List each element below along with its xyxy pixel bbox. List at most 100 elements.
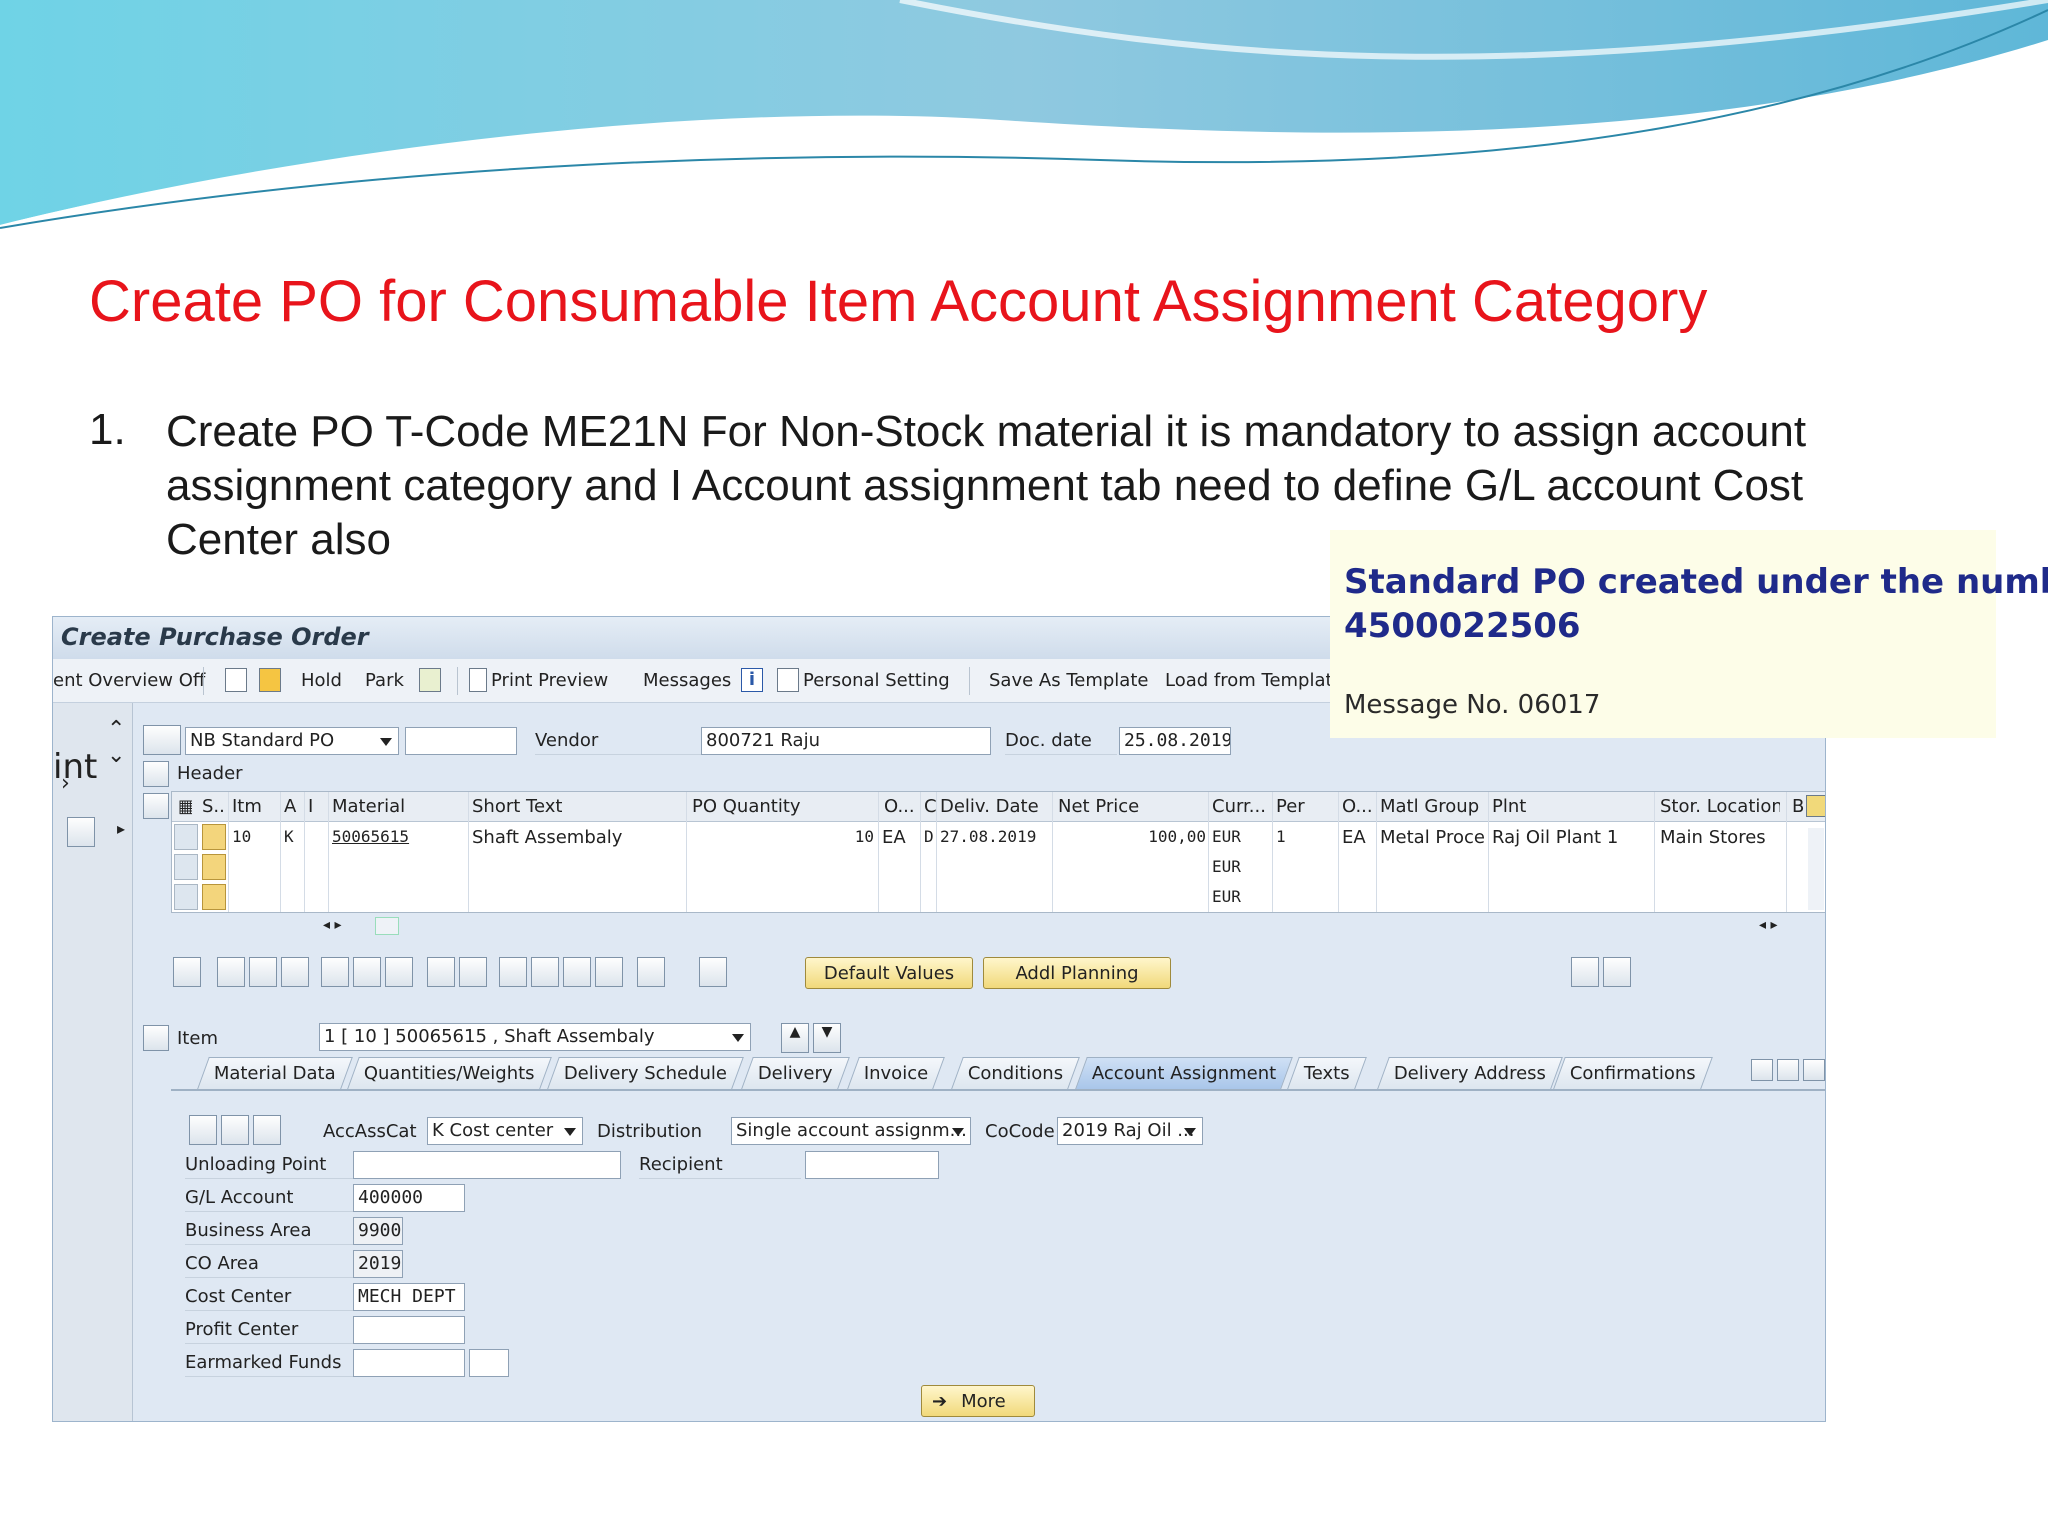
co-area-field[interactable]: 2019 — [353, 1250, 403, 1278]
tab-confirmations[interactable]: Confirmations — [1553, 1057, 1713, 1089]
row1-per[interactable]: 1 — [1276, 824, 1334, 852]
col-deliv-date[interactable]: Deliv. Date — [940, 796, 1050, 817]
more-button[interactable]: ➔ More — [921, 1385, 1035, 1417]
col-stor-location[interactable]: Stor. Location — [1660, 796, 1780, 817]
print-preview-button[interactable]: Print Preview — [491, 670, 608, 691]
po-number-field[interactable] — [405, 727, 517, 755]
row1-plant[interactable]: Raj Oil Plant 1 — [1492, 824, 1652, 852]
scroll-down-icon[interactable]: ⌄ — [107, 743, 125, 768]
business-area-field[interactable]: 9900 — [353, 1217, 403, 1245]
vendor-field[interactable]: 800721 Raju — [701, 727, 991, 755]
scroll-up-icon[interactable]: ⌃ — [107, 717, 125, 742]
col-acct-cat[interactable]: A — [284, 796, 304, 817]
tab-delivery-address[interactable]: Delivery Address — [1377, 1057, 1563, 1089]
row1-item[interactable]: 10 — [232, 824, 276, 852]
row-selector[interactable] — [174, 854, 198, 880]
col-b[interactable]: B — [1792, 796, 1806, 817]
recipient-field[interactable] — [805, 1151, 939, 1179]
multiple-account-icon[interactable] — [189, 1115, 217, 1145]
row-selector[interactable] — [174, 884, 198, 910]
park-button[interactable]: Park — [365, 670, 404, 691]
sum-icon[interactable] — [595, 957, 623, 987]
load-from-template-button[interactable]: Load from Template — [1165, 670, 1344, 691]
col-currency[interactable]: Curr... — [1212, 796, 1272, 817]
tab-list-icon[interactable] — [1803, 1059, 1825, 1081]
col-status[interactable]: S.. — [202, 796, 228, 817]
row1-short-text[interactable]: Shaft Assembaly — [472, 824, 682, 852]
row1-stor-location[interactable]: Main Stores — [1660, 824, 1784, 852]
item-selector[interactable]: 1 [ 10 ] 50065615 , Shaft Assembaly — [319, 1023, 751, 1051]
table-settings-icon[interactable] — [1806, 795, 1825, 817]
tab-account-assignment[interactable]: Account Assignment — [1075, 1057, 1294, 1089]
earmarked-funds-item-field[interactable] — [469, 1349, 509, 1377]
expand-header-icon[interactable] — [143, 761, 169, 787]
row1-matl-group[interactable]: Metal Proce... — [1380, 824, 1486, 852]
row1-acct-cat[interactable]: K — [284, 824, 304, 852]
select-all-icon[interactable]: ▦ — [178, 796, 192, 817]
po-type-select[interactable]: NB Standard PO — [185, 727, 399, 755]
col-po-quantity[interactable]: PO Quantity — [692, 796, 872, 817]
row1-order-price-unit[interactable]: EA — [1342, 824, 1376, 852]
tab-conditions[interactable]: Conditions — [951, 1057, 1081, 1089]
col-material[interactable]: Material — [332, 796, 462, 817]
profit-center-field[interactable] — [353, 1316, 465, 1344]
col-short-text[interactable]: Short Text — [472, 796, 672, 817]
delete-icon[interactable] — [321, 957, 349, 987]
unloading-point-field[interactable] — [353, 1151, 621, 1179]
col-per[interactable]: Per — [1276, 796, 1336, 817]
row1-deliv-date[interactable]: 27.08.2019 — [940, 824, 1050, 852]
tab-texts[interactable]: Texts — [1287, 1057, 1367, 1089]
next-item-icon[interactable]: ▼ — [813, 1023, 841, 1053]
messages-button[interactable]: Messages — [643, 670, 731, 691]
gl-account-field[interactable]: 400000 — [353, 1184, 465, 1212]
nav-arrow-icon[interactable]: ▸ — [117, 819, 125, 838]
addl-planning-button[interactable]: Addl Planning — [983, 957, 1171, 989]
col-net-price[interactable]: Net Price — [1058, 796, 1208, 817]
tab-delivery-schedule[interactable]: Delivery Schedule — [547, 1057, 744, 1089]
row1-c[interactable]: D — [924, 824, 938, 852]
cart-icon[interactable] — [143, 725, 181, 755]
tab-scroll-left-icon[interactable] — [1751, 1059, 1773, 1081]
doc-date-field[interactable]: 25.08.2019 — [1119, 727, 1231, 755]
change-icon[interactable] — [221, 1115, 249, 1145]
cost-center-field[interactable]: MECH DEPT — [353, 1283, 465, 1311]
col-order-price-unit[interactable]: O... — [1342, 796, 1378, 817]
open-document-icon[interactable] — [259, 668, 281, 692]
col-item[interactable]: Itm — [232, 796, 272, 817]
spreadsheet-icon[interactable] — [1603, 957, 1631, 987]
accasscat-select[interactable]: K Cost center — [427, 1117, 583, 1145]
row-status-cell[interactable] — [202, 824, 226, 850]
previous-item-icon[interactable]: ▲ — [781, 1023, 809, 1053]
col-plant[interactable]: Plnt — [1492, 796, 1642, 817]
paste-icon[interactable] — [459, 957, 487, 987]
export-icon[interactable] — [1571, 957, 1599, 987]
info-icon[interactable]: i — [741, 668, 763, 692]
row1-material[interactable]: 50065615 — [332, 824, 464, 852]
account-overview-icon[interactable] — [253, 1115, 281, 1145]
details-icon[interactable] — [217, 957, 245, 987]
earmarked-funds-field[interactable] — [353, 1349, 465, 1377]
distribution-select[interactable]: Single account assignm... — [731, 1117, 971, 1145]
col-c[interactable]: C — [924, 796, 940, 817]
save-as-template-button[interactable]: Save As Template — [989, 670, 1148, 691]
new-document-icon[interactable] — [225, 668, 247, 692]
horizontal-scrollbar[interactable] — [375, 917, 399, 935]
check-icon[interactable] — [419, 668, 441, 692]
col-matl-group[interactable]: Matl Group — [1380, 796, 1490, 817]
tab-quantities-weights[interactable]: Quantities/Weights — [347, 1057, 552, 1089]
unlock-icon[interactable] — [385, 957, 413, 987]
expand-icon[interactable]: › — [61, 771, 70, 796]
tab-delivery[interactable]: Delivery — [741, 1057, 850, 1089]
row1-qty[interactable]: 10 — [692, 824, 874, 852]
scroll-left-icon[interactable]: ◂ ▸ — [323, 917, 342, 933]
col-order-unit[interactable]: O... — [884, 796, 920, 817]
row1-uom[interactable]: EA — [882, 824, 918, 852]
document-overview-button[interactable]: ent Overview Off — [53, 670, 205, 691]
find-icon[interactable] — [173, 957, 201, 987]
cocode-select[interactable]: 2019 Raj Oil ... — [1057, 1117, 1203, 1145]
personal-setting-button[interactable]: Personal Setting — [803, 670, 950, 691]
collapse-item-detail-icon[interactable] — [143, 1025, 169, 1051]
scroll-right-icon[interactable]: ◂ ▸ — [1759, 917, 1778, 933]
collapse-items-icon[interactable] — [143, 793, 169, 819]
filter-set-icon[interactable] — [563, 957, 591, 987]
